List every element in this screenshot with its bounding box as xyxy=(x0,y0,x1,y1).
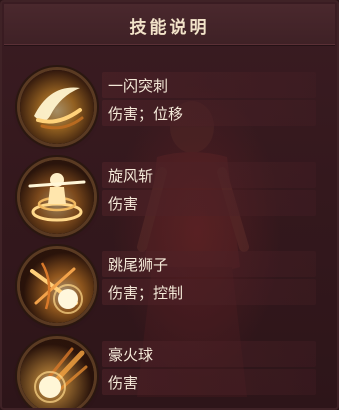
skill-name-row: 跳尾狮子 xyxy=(102,251,316,277)
skill-tags-row: 伤害 xyxy=(102,190,316,216)
skill-tags-row: 伤害 xyxy=(102,369,316,395)
skill-item[interactable]: 旋风斩 伤害 xyxy=(2,156,337,242)
skill-item[interactable]: 一闪突刺 伤害；位移 xyxy=(2,66,337,152)
skill-name-row: 一闪突刺 xyxy=(102,72,316,98)
skill-tags: 伤害；控制 xyxy=(108,284,184,302)
skill-description-panel: 技能说明 一闪突刺 伤害；位移 旋风斩 伤害 跳尾狮子 伤害；控制 豪火球 伤害 xyxy=(0,0,339,410)
panel-title: 技能说明 xyxy=(129,18,210,38)
title-bar: 技能说明 xyxy=(4,4,335,45)
skill-name: 旋风斩 xyxy=(108,167,154,185)
skill-tags: 伤害；位移 xyxy=(108,105,184,123)
skill-name: 豪火球 xyxy=(108,346,154,364)
whirlwind-icon[interactable] xyxy=(20,160,94,234)
skill-name: 跳尾狮子 xyxy=(108,256,169,274)
skill-name: 一闪突刺 xyxy=(108,77,169,95)
skill-name-row: 豪火球 xyxy=(102,341,316,367)
skill-tags-row: 伤害；位移 xyxy=(102,100,316,126)
skill-item[interactable]: 跳尾狮子 伤害；控制 xyxy=(2,245,337,331)
fireball-icon[interactable] xyxy=(20,339,94,408)
skill-item[interactable]: 豪火球 伤害 xyxy=(2,335,337,408)
skill-tags-row: 伤害；控制 xyxy=(102,279,316,305)
slash-icon[interactable] xyxy=(20,70,94,144)
lion-leap-icon[interactable] xyxy=(20,249,94,323)
skill-tags: 伤害 xyxy=(108,195,139,213)
skill-name-row: 旋风斩 xyxy=(102,162,316,188)
skill-tags: 伤害 xyxy=(108,374,139,392)
